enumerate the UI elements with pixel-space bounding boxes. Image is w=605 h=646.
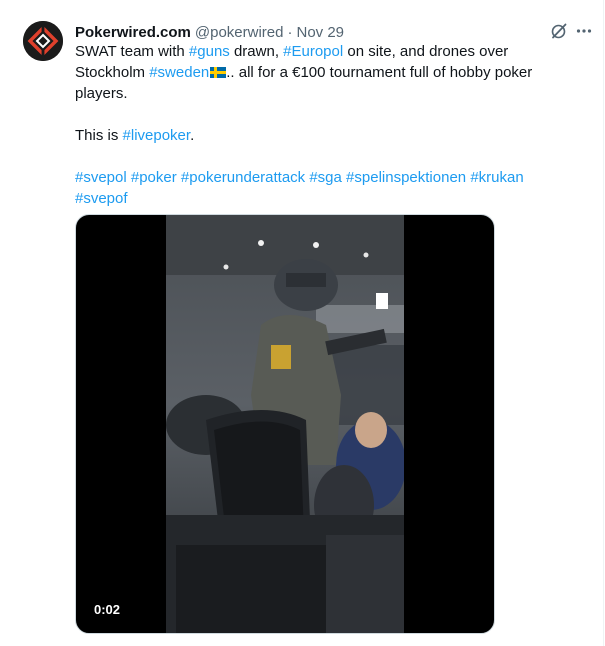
video-duration: 0:02 [89,600,126,619]
pokerwired-logo-icon [23,21,63,61]
grok-button[interactable] [548,20,570,42]
text-segment: on site, and drones over [343,43,509,60]
video-thumbnail [166,215,404,633]
grok-icon [551,23,567,39]
text-segment: drawn, [229,43,284,60]
user-handle[interactable]: @pokerwired [195,24,284,41]
tweet-text-line: players. [75,83,580,104]
hashtag-link[interactable]: #Europol [283,43,343,60]
text-segment: . [190,127,195,144]
tweet-text: SWAT team with #guns drawn, #Europol on … [75,41,580,209]
separator-dot: · [287,23,293,41]
tweet-date[interactable]: Nov 29 [296,24,344,41]
display-name[interactable]: Pokerwired.com [75,24,191,41]
text-segment: This is [75,127,123,144]
hashtag-line: #svepof [75,188,580,209]
hashtag-link[interactable]: #svepof [75,190,128,207]
hashtag-link[interactable]: #krukan [470,169,523,186]
hashtag-line: #svepol #poker #pokerunderattack #sga #s… [75,167,580,188]
hashtag-link[interactable]: #sweden [149,64,209,81]
text-segment: players. [75,85,128,102]
avatar[interactable] [23,21,63,61]
more-options-button[interactable] [574,22,594,40]
text-segment: SWAT team with [75,43,189,60]
hashtag-link[interactable]: #livepoker [123,127,191,144]
hashtag-link[interactable]: #pokerunderattack [181,169,305,186]
tweet-text-line: SWAT team with #guns drawn, #Europol on … [75,41,580,62]
tweet-header: Pokerwired.com @pokerwired · Nov 29 [75,21,583,43]
hashtag-link[interactable]: #guns [189,43,230,60]
text-segment: .. all for a €100 tournament full of hob… [226,64,533,81]
hashtag-link[interactable]: #svepol [75,169,127,186]
sweden-flag-icon [210,67,227,78]
hashtag-link[interactable]: #sga [309,169,342,186]
text-segment: Stockholm [75,64,150,81]
tweet[interactable]: Pokerwired.com @pokerwired · Nov 29 SWAT… [0,0,604,646]
hashtag-link[interactable]: #spelinspektionen [346,169,466,186]
more-icon [576,29,592,33]
video-player[interactable]: 0:02 [75,214,495,634]
tweet-text-line: Stockholm #sweden .. all for a €100 tourn… [75,62,580,83]
hashtag-link[interactable]: #poker [131,169,177,186]
tweet-text-line: This is #livepoker. [75,125,580,146]
video-frame[interactable] [166,215,404,633]
